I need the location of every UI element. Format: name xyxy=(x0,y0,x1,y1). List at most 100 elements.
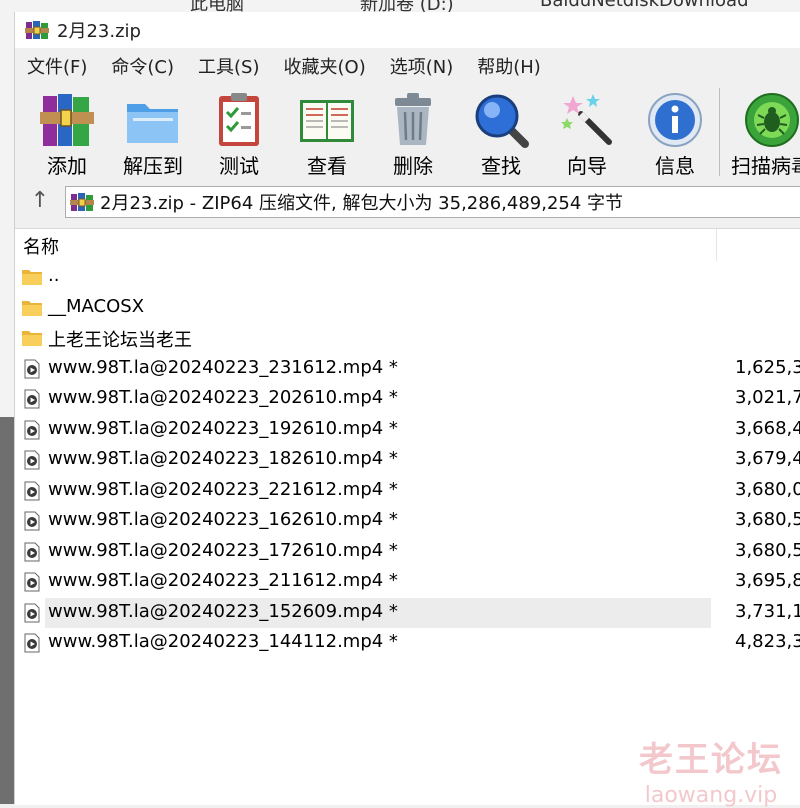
folder-row[interactable]: 上老王论坛当老王 xyxy=(15,323,800,353)
menu-options[interactable]: 选项(N) xyxy=(378,53,466,79)
view-button-label: 查看 xyxy=(307,154,347,178)
extract-to-button-label: 解压到 xyxy=(123,154,183,178)
background-breadcrumb-bar: 此电脑 新加卷 (D:) BaiduNetdiskDownload xyxy=(0,0,800,12)
menu-commands[interactable]: 命令(C) xyxy=(99,53,186,79)
folder-icon xyxy=(22,331,42,346)
video-file-icon xyxy=(24,420,40,439)
add-button[interactable]: 添加 xyxy=(27,84,107,184)
background-breadcrumb-item[interactable]: BaiduNetdiskDownload xyxy=(540,0,749,11)
video-file-icon xyxy=(24,572,40,592)
menu-file[interactable]: 文件(F) xyxy=(15,53,99,79)
extract-to-button[interactable]: 解压到 xyxy=(113,84,193,184)
file-name: www.98T.la@20240223_231612.mp4 * xyxy=(48,356,398,378)
watermark: 老王论坛 laowang.vip xyxy=(621,732,800,808)
test-button[interactable]: 测试 xyxy=(199,84,279,184)
file-size: 3,731,1 xyxy=(735,600,800,622)
delete-button[interactable]: 删除 xyxy=(373,84,453,184)
address-bar: ↑ 2月23.zip - ZIP64 压缩文件, 解包大小为 35,286,48… xyxy=(15,184,800,220)
row-highlight xyxy=(45,262,711,292)
video-file-icon xyxy=(24,481,40,500)
folder-icon xyxy=(22,270,42,285)
view-button[interactable]: 查看 xyxy=(287,84,367,184)
video-file-icon xyxy=(24,633,40,653)
file-name: www.98T.la@20240223_162610.mp4 * xyxy=(48,509,398,530)
folder-extract-icon xyxy=(127,104,178,143)
file-size: 3,021,7 xyxy=(735,387,800,408)
video-file-icon xyxy=(24,450,40,470)
file-row[interactable]: www.98T.la@20240223_231612.mp4 * 1,625,3 xyxy=(15,354,800,384)
virus-scan-icon xyxy=(745,93,799,147)
folder-icon xyxy=(22,300,42,316)
file-name: www.98T.la@20240223_152609.mp4 * xyxy=(48,600,398,622)
file-row[interactable]: www.98T.la@20240223_202610.mp4 * 3,021,7 xyxy=(15,384,800,414)
test-button-label: 测试 xyxy=(219,154,259,178)
file-name: .. xyxy=(48,265,60,286)
background-scrollbar xyxy=(0,417,14,804)
background-window-edge xyxy=(0,12,14,804)
toolbar-separator xyxy=(719,88,720,176)
books-icon xyxy=(40,94,94,146)
row-highlight xyxy=(45,293,711,323)
video-file-icon xyxy=(24,359,40,378)
menu-help[interactable]: 帮助(H) xyxy=(465,53,553,79)
background-breadcrumb-item[interactable]: 此电脑 xyxy=(190,0,244,12)
file-size: 3,680,5 xyxy=(735,539,800,561)
file-row[interactable]: www.98T.la@20240223_162610.mp4 * 3,680,5 xyxy=(15,506,800,536)
menu-bar: 文件(F) 命令(C) 工具(S) 收藏夹(O) 选项(N) 帮助(H) xyxy=(15,48,800,84)
title-bar: 2月23.zip xyxy=(15,12,800,48)
file-size: 4,823,3 xyxy=(735,631,800,652)
wizard-button-label: 向导 xyxy=(567,154,607,178)
info-button[interactable]: 信息 xyxy=(635,84,715,184)
find-button[interactable]: 查找 xyxy=(461,84,541,184)
find-button-label: 查找 xyxy=(481,154,521,178)
file-name: www.98T.la@20240223_172610.mp4 * xyxy=(48,539,398,561)
video-file-icon xyxy=(24,389,40,409)
watermark-chinese: 老王论坛 xyxy=(639,740,783,780)
file-size: 3,695,8 xyxy=(735,570,800,591)
file-name: www.98T.la@20240223_221612.mp4 * xyxy=(48,478,398,500)
delete-button-label: 删除 xyxy=(393,154,433,178)
folder-row[interactable]: .. xyxy=(15,262,800,292)
column-header-name[interactable]: 名称 xyxy=(23,233,59,259)
folder-row[interactable]: __MACOSX xyxy=(15,293,800,323)
background-breadcrumb-item[interactable]: 新加卷 (D:) xyxy=(360,0,454,12)
file-size: 3,668,4 xyxy=(735,417,800,439)
file-size: 3,680,0 xyxy=(735,478,800,500)
menu-favorites[interactable]: 收藏夹(O) xyxy=(272,53,378,79)
file-row[interactable]: www.98T.la@20240223_221612.mp4 * 3,680,0 xyxy=(15,476,800,506)
address-field[interactable]: 2月23.zip - ZIP64 压缩文件, 解包大小为 35,286,489,… xyxy=(65,186,800,218)
file-row[interactable]: www.98T.la@20240223_192610.mp4 * 3,668,4 xyxy=(15,415,800,445)
winrar-window: 2月23.zip 文件(F) 命令(C) 工具(S) 收藏夹(O) 选项(N) … xyxy=(14,12,800,808)
file-size: 3,679,4 xyxy=(735,448,800,469)
file-list: 名称 .. __MACOSX 上老王论坛当老王 www.98T.la@20240223… xyxy=(15,228,800,805)
watermark-domain: laowang.vip xyxy=(644,783,778,808)
menu-tools[interactable]: 工具(S) xyxy=(186,53,271,79)
column-header: 名称 xyxy=(15,229,800,262)
file-name: __MACOSX xyxy=(48,295,145,317)
info-icon xyxy=(648,93,702,147)
file-row[interactable]: www.98T.la@20240223_172610.mp4 * 3,680,5 xyxy=(15,537,800,567)
info-button-label: 信息 xyxy=(655,154,695,178)
magic-wand-icon xyxy=(561,94,612,145)
file-row[interactable]: www.98T.la@20240223_211612.mp4 * 3,695,8 xyxy=(15,567,800,597)
video-file-icon xyxy=(24,511,40,531)
toolbar: 添加 解压到 测试 查看 删除 查找 向导 信息 扫描病 xyxy=(15,84,800,184)
winrar-app-icon xyxy=(25,21,49,39)
clipboard-check-icon xyxy=(219,93,259,146)
file-row[interactable]: www.98T.la@20240223_182610.mp4 * 3,679,4 xyxy=(15,445,800,475)
wizard-button[interactable]: 向导 xyxy=(547,84,627,184)
window-title: 2月23.zip xyxy=(57,21,141,42)
video-file-icon xyxy=(24,603,40,622)
trash-can-icon xyxy=(395,93,431,145)
virus-scan-button-label: 扫描病毒 xyxy=(731,154,800,178)
column-separator[interactable] xyxy=(716,229,717,261)
virus-scan-button[interactable]: 扫描病毒 xyxy=(727,84,800,184)
file-name: www.98T.la@20240223_202610.mp4 * xyxy=(48,387,398,408)
file-row[interactable]: www.98T.la@20240223_152609.mp4 * 3,731,1 xyxy=(15,597,800,628)
up-arrow-icon[interactable]: ↑ xyxy=(25,186,55,216)
file-row[interactable]: www.98T.la@20240223_144112.mp4 * 4,823,3 xyxy=(15,628,800,658)
address-text: 2月23.zip - ZIP64 压缩文件, 解包大小为 35,286,489,… xyxy=(100,193,624,214)
file-name: www.98T.la@20240223_192610.mp4 * xyxy=(48,417,398,439)
file-name: www.98T.la@20240223_211612.mp4 * xyxy=(48,570,398,591)
video-file-icon xyxy=(24,542,40,561)
